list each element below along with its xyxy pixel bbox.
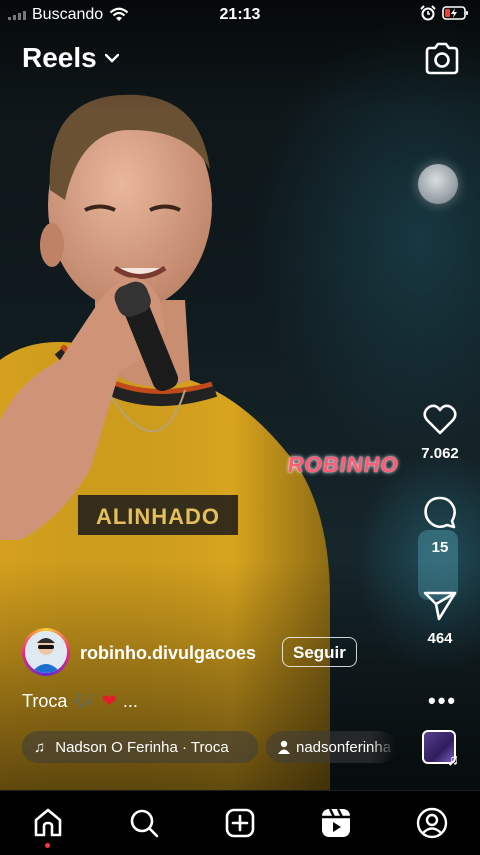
shirt-print: ALINHADO <box>96 504 220 529</box>
comment-icon[interactable] <box>423 496 457 530</box>
audio-track-label: Nadson O Ferinha · Troca <box>55 738 229 756</box>
caption[interactable]: Troca 🎶 ❤ ... <box>22 691 138 712</box>
music-note-icon: ♫ <box>34 738 46 756</box>
status-bar: Buscando 21:13 <box>0 0 480 30</box>
share-action[interactable]: 464 <box>410 589 470 647</box>
bottom-nav <box>0 790 480 855</box>
battery-icon <box>442 6 468 20</box>
music-note-icon: ♫ <box>447 752 459 769</box>
notification-dot <box>45 843 50 848</box>
status-right <box>420 5 470 21</box>
home-icon[interactable] <box>32 807 64 839</box>
heart-icon[interactable] <box>423 404 457 436</box>
tagged-user-pill[interactable]: nadsonferinha <box>266 731 396 763</box>
create-icon[interactable] <box>224 807 256 839</box>
caption-text: Troca <box>22 691 68 711</box>
page-title: Reels <box>22 42 97 73</box>
comment-count: 15 <box>431 539 449 556</box>
creator-username[interactable]: robinho.divulgacoes <box>80 643 256 664</box>
comment-action[interactable]: 15 <box>410 496 470 556</box>
music-emoji-icon: 🎶 <box>73 691 96 711</box>
avatar[interactable] <box>22 628 70 676</box>
more-icon[interactable]: ••• <box>428 688 457 714</box>
stage-light-orb <box>418 164 458 204</box>
clock: 21:13 <box>219 6 261 23</box>
follow-button[interactable]: Seguir <box>282 637 357 667</box>
caption-more[interactable]: ... <box>123 691 138 712</box>
audio-pill[interactable]: ♫ Nadson O Ferinha · Troca <box>22 731 258 763</box>
camera-icon[interactable] <box>424 42 460 76</box>
like-action[interactable]: 7.062 <box>410 404 470 462</box>
person-icon <box>278 740 290 754</box>
search-icon[interactable] <box>128 807 160 839</box>
reel-video[interactable]: ALINHADO ROBINHO <box>0 0 480 790</box>
profile-icon[interactable] <box>416 807 448 839</box>
tagged-user-label: nadsonferinha <box>296 738 392 756</box>
like-count: 7.062 <box>421 445 459 462</box>
heart-emoji-icon: ❤ <box>101 691 117 711</box>
share-icon[interactable] <box>423 589 457 621</box>
video-watermark: ROBINHO <box>286 452 401 477</box>
chevron-down-icon <box>104 53 119 63</box>
reels-dropdown[interactable]: Reels <box>22 42 119 74</box>
reels-icon[interactable] <box>320 807 352 839</box>
share-count: 464 <box>427 630 453 647</box>
avatar-image <box>25 631 67 673</box>
alarm-icon <box>420 5 436 21</box>
